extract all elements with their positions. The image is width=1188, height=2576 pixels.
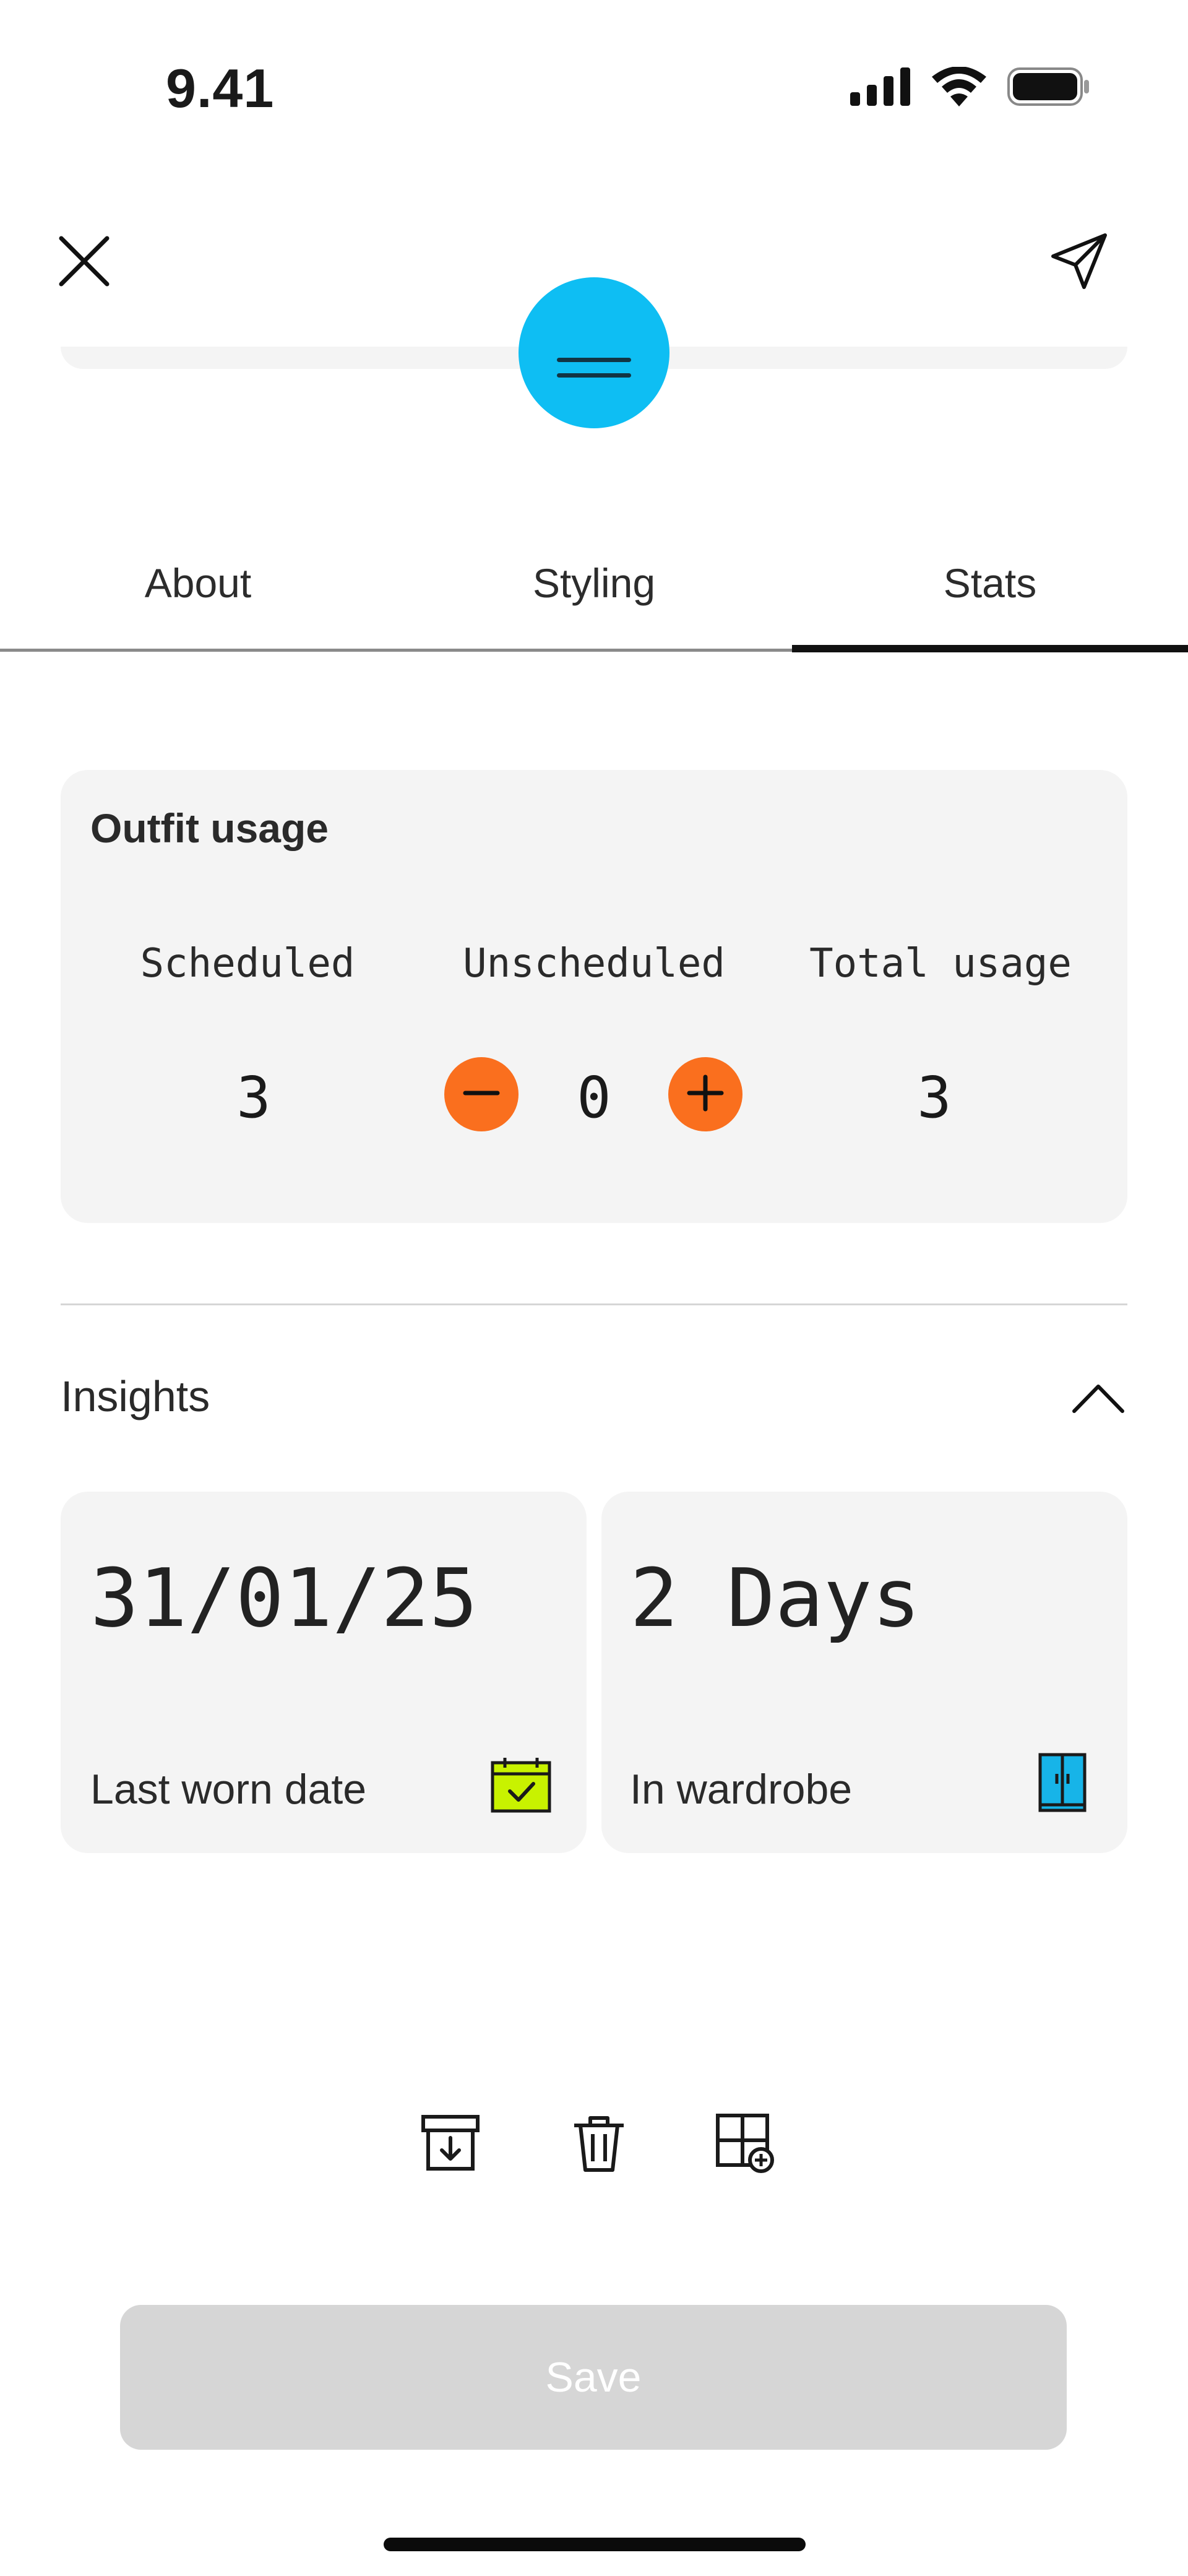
- wifi-icon: [932, 66, 986, 110]
- insights-collapse-button[interactable]: [1058, 1362, 1138, 1436]
- menu-lines-icon: [519, 358, 669, 389]
- status-time: 9.41: [166, 58, 275, 119]
- tab-active-indicator: [792, 645, 1188, 652]
- decrement-button[interactable]: [444, 1057, 519, 1131]
- outfit-usage-title: Outfit usage: [90, 805, 329, 851]
- last-worn-value: 31/01/25: [90, 1551, 478, 1645]
- signal-icon: [850, 67, 911, 109]
- home-indicator: [384, 2538, 806, 2551]
- battery-icon: [1007, 67, 1089, 109]
- insights-title: Insights: [61, 1372, 210, 1420]
- archive-button[interactable]: [413, 2107, 488, 2181]
- in-wardrobe-label: In wardrobe: [630, 1766, 853, 1813]
- archive-icon: [420, 2112, 481, 2177]
- send-icon: [1049, 231, 1109, 294]
- chevron-up-icon: [1070, 1380, 1126, 1418]
- wardrobe-icon: [1038, 1753, 1087, 1818]
- status-icons: [850, 66, 1089, 110]
- unscheduled-label: Unscheduled: [463, 941, 725, 987]
- minus-icon: [462, 1073, 501, 1116]
- add-to-grid-icon: [714, 2112, 776, 2177]
- expand-handle-button[interactable]: [519, 277, 669, 428]
- close-button[interactable]: [47, 225, 121, 300]
- last-worn-label: Last worn date: [90, 1766, 367, 1813]
- send-button[interactable]: [1042, 225, 1116, 300]
- unscheduled-value: 0: [577, 1065, 611, 1131]
- trash-icon: [568, 2112, 630, 2177]
- total-usage-label: Total usage: [809, 941, 1072, 987]
- add-to-grid-button[interactable]: [708, 2107, 782, 2181]
- scheduled-value: 3: [236, 1065, 271, 1131]
- scheduled-label: Scheduled: [140, 941, 355, 987]
- delete-button[interactable]: [562, 2107, 636, 2181]
- close-icon: [56, 233, 112, 292]
- tab-stats[interactable]: Stats: [792, 532, 1188, 634]
- total-usage-value: 3: [917, 1065, 952, 1131]
- tab-bar: About Styling Stats: [0, 532, 1188, 650]
- plus-icon: [686, 1073, 725, 1116]
- save-button[interactable]: Save: [120, 2305, 1067, 2450]
- section-divider: [61, 1303, 1127, 1305]
- in-wardrobe-value: 2 Days: [630, 1551, 921, 1645]
- tab-about[interactable]: About: [0, 532, 396, 634]
- tab-styling[interactable]: Styling: [396, 532, 792, 634]
- calendar-check-icon: [490, 1757, 552, 1817]
- increment-button[interactable]: [668, 1057, 742, 1131]
